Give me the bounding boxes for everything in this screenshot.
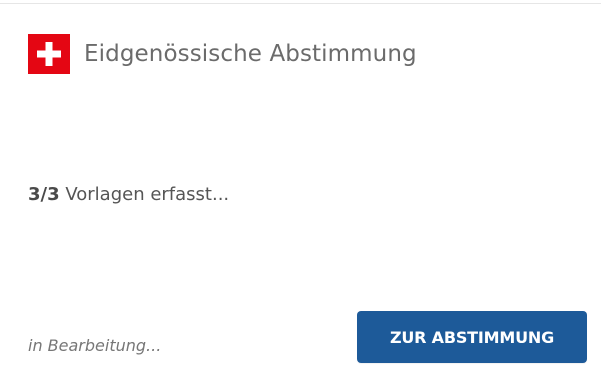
card-title: Eidgenössische Abstimmung — [84, 41, 417, 67]
card-header: Eidgenössische Abstimmung — [28, 32, 417, 76]
status-line: 3/3 Vorlagen erfasst... — [28, 184, 229, 205]
status-text: Vorlagen erfasst... — [59, 184, 230, 205]
card-top-divider — [0, 3, 601, 4]
status-count: 3/3 — [28, 184, 60, 205]
go-to-vote-button[interactable]: ZUR ABSTIMMUNG — [357, 311, 587, 363]
swiss-flag-icon — [28, 34, 70, 74]
vote-card: Eidgenössische Abstimmung 3/3 Vorlagen e… — [0, 0, 601, 372]
editing-status-note: in Bearbeitung... — [28, 336, 162, 355]
